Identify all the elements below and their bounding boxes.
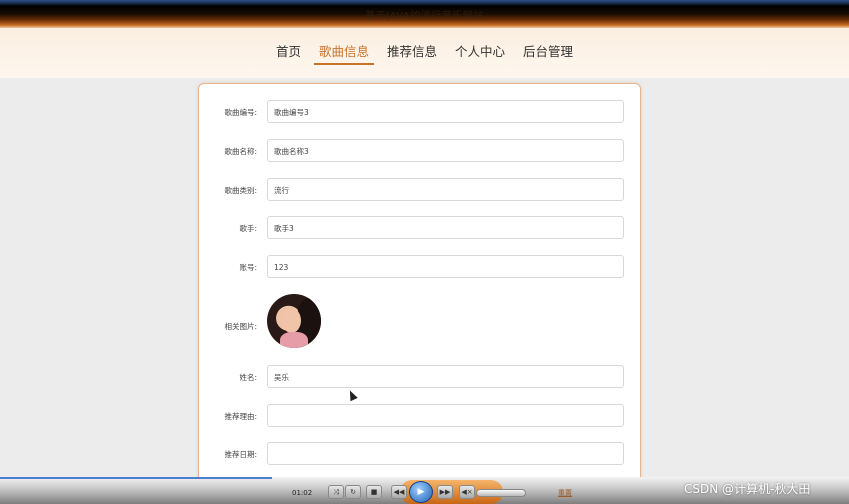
input-reason[interactable]: [267, 404, 624, 427]
row-song-name: 歌曲名称: 歌曲名称3: [199, 139, 642, 163]
input-song-type[interactable]: 流行: [267, 178, 624, 201]
label-singer: 歌手:: [239, 224, 257, 233]
label-reason: 推荐理由:: [224, 412, 257, 421]
input-song-no[interactable]: 歌曲编号3: [267, 100, 624, 123]
site-title: 基于JAVA的流行音乐网站: [365, 11, 484, 22]
song-image-avatar[interactable]: [267, 294, 321, 348]
next-icon[interactable]: ▶▶: [437, 485, 453, 499]
label-song-no: 歌曲编号:: [224, 108, 257, 117]
input-name[interactable]: 吴乐: [267, 365, 624, 388]
repeat-icon[interactable]: ↻: [345, 485, 361, 499]
nav-band: 首页 歌曲信息 推荐信息 个人中心 后台管理: [0, 28, 849, 78]
volume-slider[interactable]: [476, 489, 526, 497]
nav-item-recommend[interactable]: 推荐信息: [382, 42, 442, 65]
label-song-name: 歌曲名称:: [224, 147, 257, 156]
nav-item-admin[interactable]: 后台管理: [518, 42, 578, 65]
nav-item-profile[interactable]: 个人中心: [450, 42, 510, 65]
song-detail-form: 歌曲编号: 歌曲编号3 歌曲名称: 歌曲名称3 歌曲类别: 流行 歌手: 歌手3…: [198, 83, 641, 503]
row-name: 姓名: 吴乐: [199, 365, 642, 389]
input-account[interactable]: 123: [267, 255, 624, 278]
mute-icon[interactable]: ◀×: [459, 485, 475, 499]
input-date[interactable]: [267, 442, 624, 465]
row-image: 相关图片:: [199, 314, 642, 338]
avatar-face: [282, 308, 301, 333]
label-song-type: 歌曲类别:: [224, 186, 257, 195]
row-account: 账号: 123: [199, 255, 642, 279]
label-account: 账号:: [239, 263, 257, 272]
label-name: 姓名:: [239, 373, 257, 382]
reset-link[interactable]: 重置: [558, 488, 572, 498]
label-image: 相关图片:: [224, 322, 257, 331]
nav-item-songs[interactable]: 歌曲信息: [313, 42, 374, 65]
input-singer[interactable]: 歌手3: [267, 216, 624, 239]
row-date: 推荐日期:: [199, 442, 642, 466]
main-nav: 首页 歌曲信息 推荐信息 个人中心 后台管理: [0, 42, 849, 65]
row-reason: 推荐理由:: [199, 404, 642, 428]
play-icon[interactable]: ▶: [409, 481, 433, 503]
row-singer: 歌手: 歌手3: [199, 216, 642, 240]
row-song-type: 歌曲类别: 流行: [199, 178, 642, 202]
top-banner: 基于JAVA的流行音乐网站: [0, 0, 849, 28]
csdn-watermark: CSDN @计算机-秋大田: [684, 482, 811, 496]
label-date: 推荐日期:: [224, 450, 257, 459]
avatar-top: [280, 332, 308, 348]
nav-item-home[interactable]: 首页: [271, 42, 306, 65]
shuffle-icon[interactable]: ⤨: [328, 485, 344, 499]
stop-icon[interactable]: ■: [366, 485, 382, 499]
previous-icon[interactable]: ◀◀: [391, 485, 407, 499]
input-song-name[interactable]: 歌曲名称3: [267, 139, 624, 162]
player-time: 01:02: [292, 489, 313, 497]
row-song-no: 歌曲编号: 歌曲编号3: [199, 100, 642, 124]
player-progress[interactable]: [0, 477, 272, 479]
